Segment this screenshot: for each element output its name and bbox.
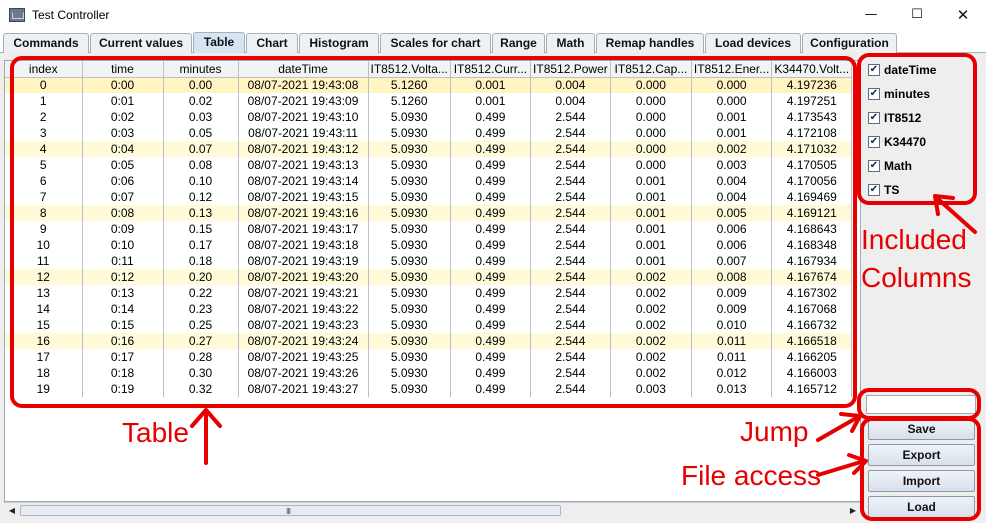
file-access-annotation-label: File access <box>681 460 822 491</box>
jump-annotation-label: Jump <box>740 416 809 447</box>
jump-arrow-icon <box>816 412 862 442</box>
table-annotation-label: Table <box>122 417 189 448</box>
table-arrow-icon <box>190 408 222 465</box>
file-access-arrow-icon <box>816 453 868 477</box>
included-columns-annotation-label-line1: Included <box>861 224 967 255</box>
included-columns-annotation-label-line2: Columns <box>861 262 972 293</box>
